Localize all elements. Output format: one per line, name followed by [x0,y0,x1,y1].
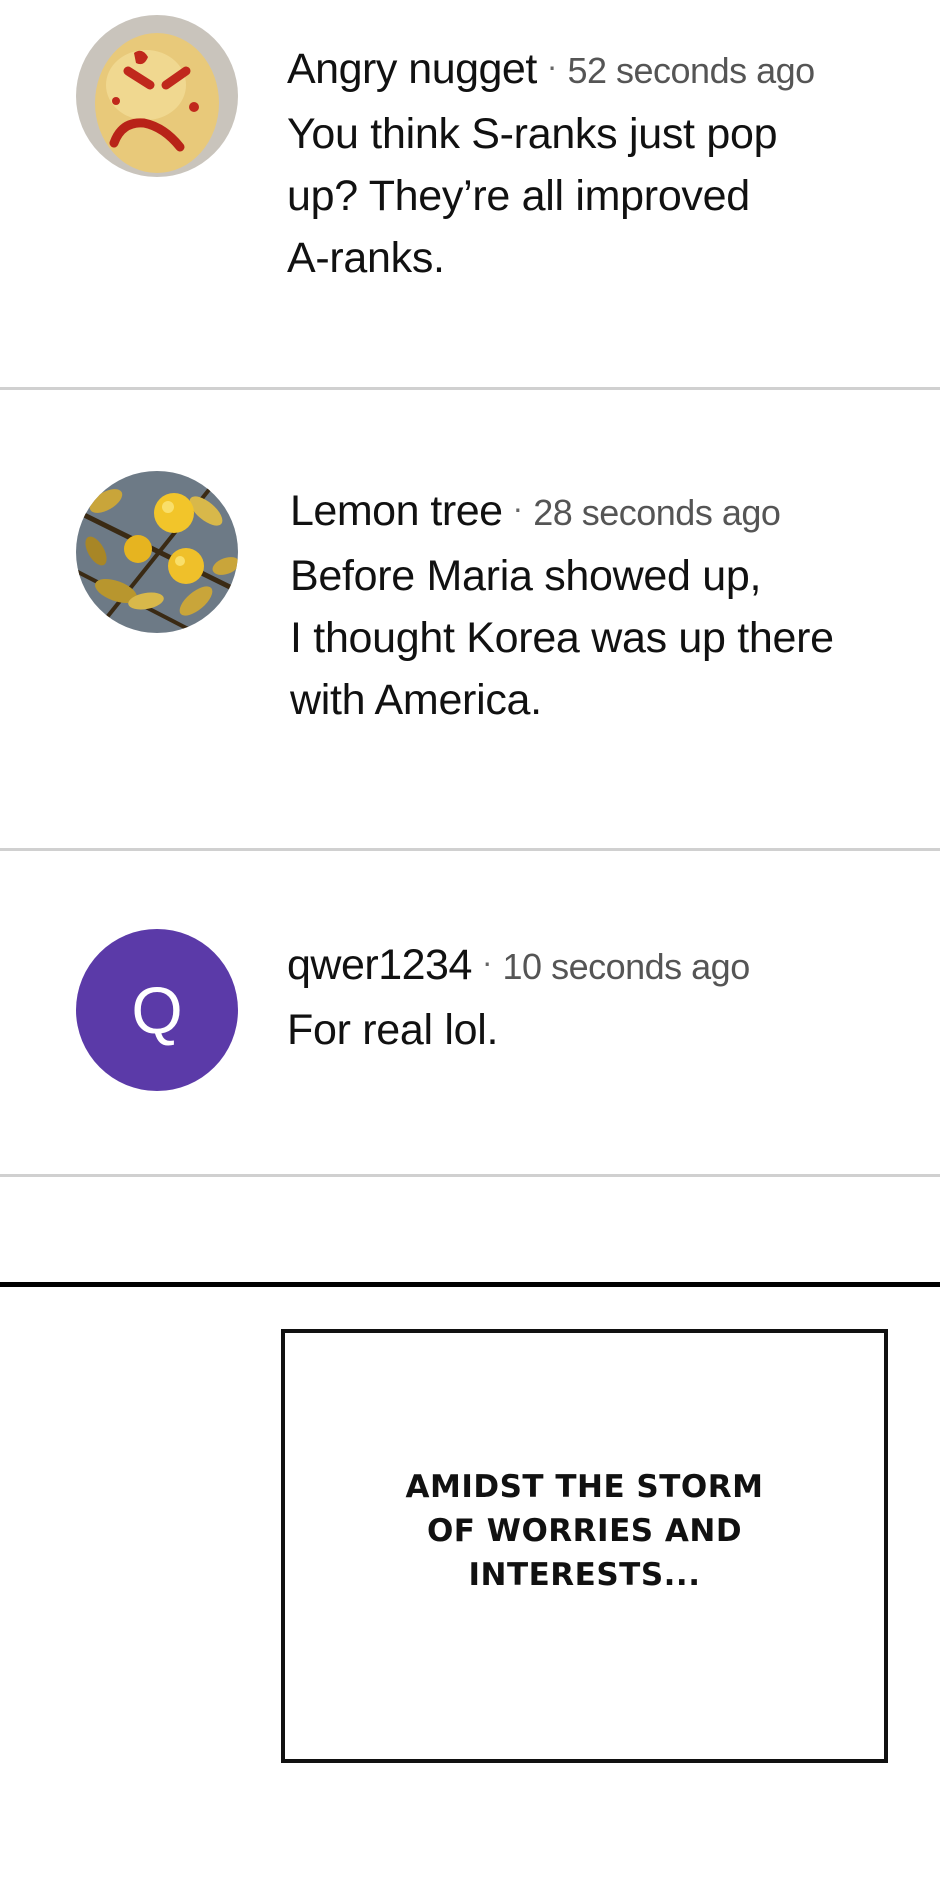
comment-line: I thought Korea was up there [290,614,834,662]
avatar[interactable]: Q [76,929,238,1091]
caption-text: AMIDST THE STORM OF WORRIES AND INTEREST… [406,1465,764,1597]
comment-line: with America. [290,676,542,724]
comment-line: For real lol. [287,1006,499,1054]
avatar[interactable] [76,15,238,177]
caption-box: AMIDST THE STORM OF WORRIES AND INTEREST… [281,1329,888,1763]
divider [0,848,940,851]
comment-line: Before Maria showed up, [290,552,762,600]
timestamp: 52 seconds ago [567,50,815,91]
timestamp: 10 seconds ago [502,946,751,987]
divider [0,1174,940,1177]
username[interactable]: qwer1234 [287,941,472,989]
separator-dot: · [512,490,524,526]
comment-text: You think S-ranks just pop up? They’re a… [287,103,904,289]
comment-line: A-ranks. [287,234,445,282]
comment-text: Before Maria showed up, I thought Korea … [290,545,904,731]
avatar[interactable] [76,471,238,633]
username[interactable]: Angry nugget [287,45,537,93]
separator-dot: · [546,48,558,84]
caption-line: OF WORRIES AND [426,1513,743,1549]
lemon-tree-icon [76,471,238,633]
angry-nugget-icon [76,15,238,177]
timestamp: 28 seconds ago [533,492,781,533]
separator-dot: · [481,944,493,980]
caption-line: AMIDST THE STORM [405,1469,764,1505]
username[interactable]: Lemon tree [290,487,503,535]
comment-text: For real lol. [287,999,904,1061]
divider [0,387,940,390]
panel-border [0,1282,940,1287]
comment-line: You think S-ranks just pop [287,110,778,158]
comment-line: up? They’re all improved [287,172,750,220]
caption-line: INTERESTS... [468,1557,701,1593]
